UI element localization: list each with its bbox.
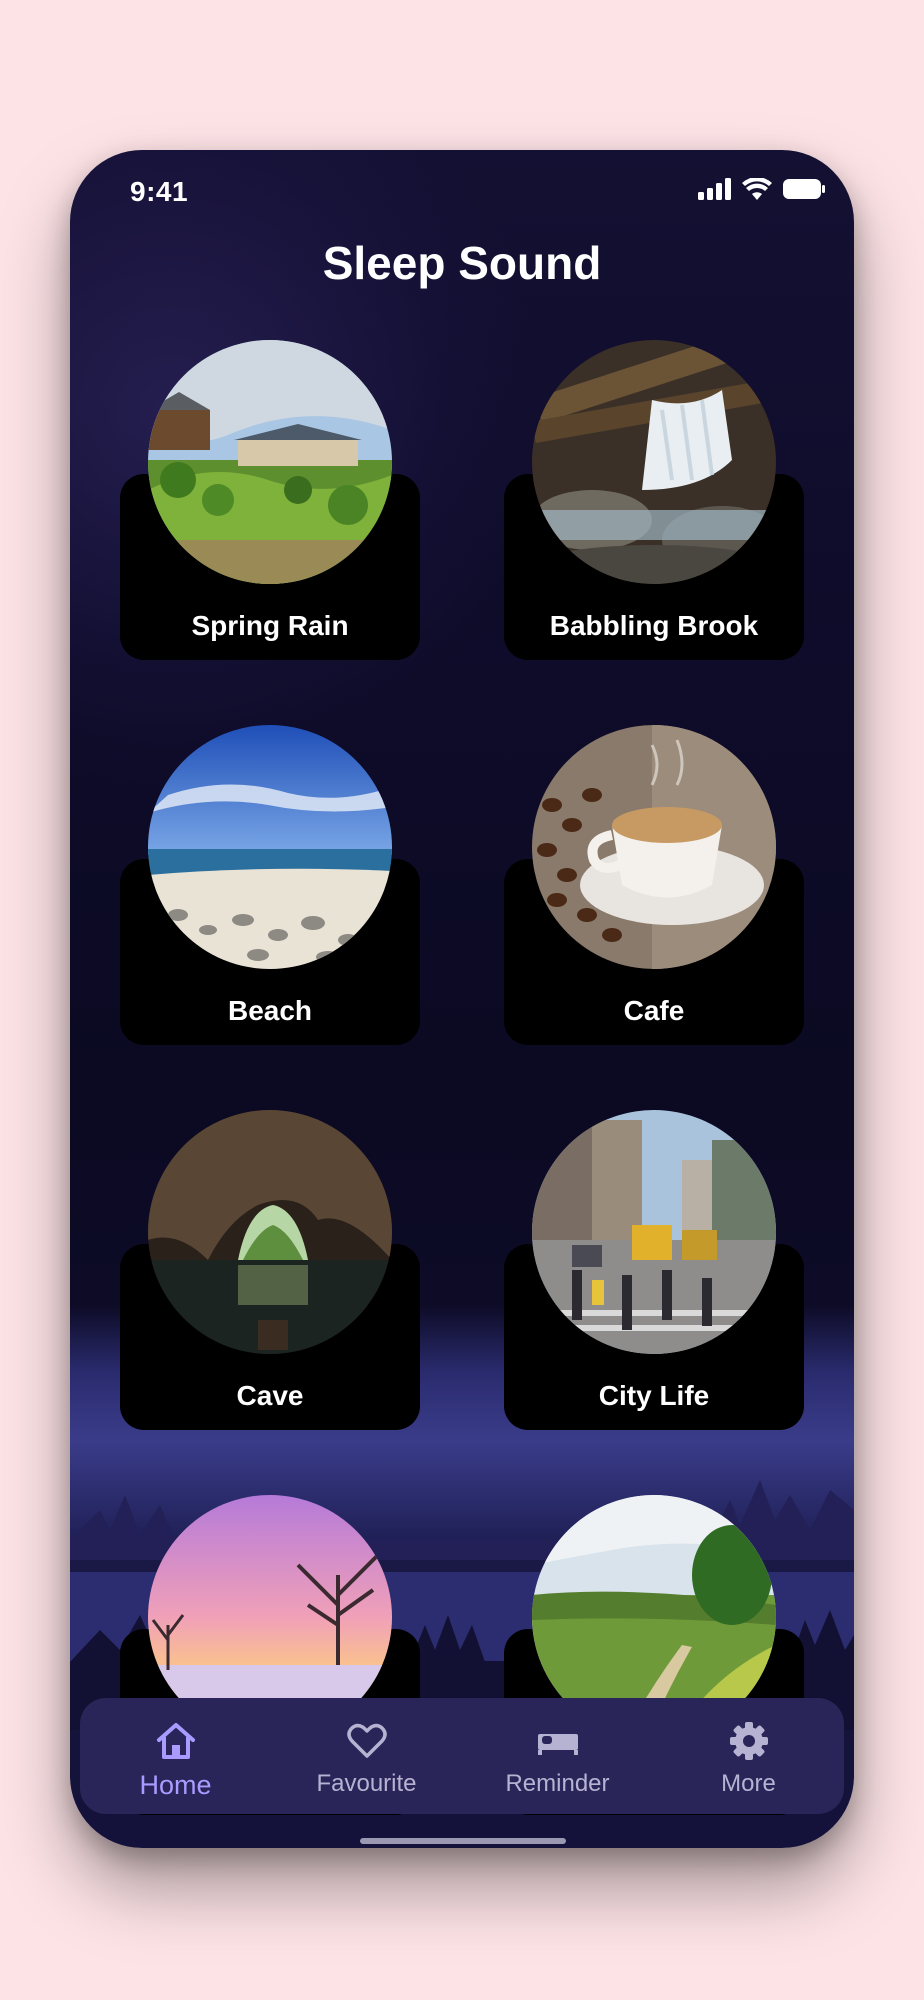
nav-label-home: Home — [139, 1770, 212, 1800]
nav-item-home[interactable]: Home — [80, 1698, 271, 1814]
sound-card-spring-rain[interactable]: Spring Rain — [120, 340, 420, 660]
home-indicator[interactable] — [360, 1838, 566, 1844]
coffee-cup-image — [532, 725, 776, 969]
card-label: Cave — [236, 1380, 304, 1411]
status-icons — [698, 178, 826, 200]
page-title: Sleep Sound — [322, 237, 602, 289]
nav-item-more[interactable]: More — [653, 1698, 844, 1814]
sound-card-beach[interactable]: Beach — [120, 725, 420, 1045]
nav-label-favourite: Favourite — [316, 1770, 417, 1797]
battery-icon — [783, 179, 825, 199]
nav-item-reminder[interactable]: Reminder — [462, 1698, 653, 1814]
pebble-beach-image — [148, 725, 392, 969]
sound-card-city-life[interactable]: City Life — [504, 1110, 804, 1430]
bottom-nav: Home Favourite Reminder More — [80, 1698, 844, 1814]
sound-card-cave[interactable]: Cave — [120, 1110, 420, 1430]
card-label: Spring Rain — [191, 610, 349, 641]
nav-item-favourite[interactable]: Favourite — [271, 1698, 462, 1814]
status-bar: 9:41 — [70, 150, 854, 230]
phone-screen: 9:41 Sleep Sound Spring Rain Babbling Br… — [70, 150, 854, 1848]
home-icon — [156, 1723, 195, 1759]
sea-cave-image — [148, 1110, 392, 1354]
card-label: Cafe — [623, 995, 685, 1026]
card-label: Babbling Brook — [549, 610, 759, 641]
gear-icon — [729, 1722, 768, 1760]
sound-grid: Spring Rain Babbling Brook Beach Cafe Ca… — [120, 340, 804, 1836]
bed-icon — [537, 1734, 578, 1755]
city-street-image — [532, 1110, 776, 1354]
sound-card-babbling-brook[interactable]: Babbling Brook — [504, 340, 804, 660]
signal-icon — [698, 178, 731, 200]
waterfall-image — [532, 340, 776, 584]
status-time: 9:41 — [130, 176, 189, 207]
wifi-icon — [742, 178, 772, 200]
house-on-hill-image — [148, 340, 392, 584]
card-label: Beach — [227, 995, 313, 1026]
sound-card-cafe[interactable]: Cafe — [504, 725, 804, 1045]
card-label: City Life — [598, 1380, 710, 1411]
nav-label-reminder: Reminder — [505, 1770, 610, 1797]
nav-label-more: More — [721, 1770, 776, 1797]
heart-icon — [346, 1723, 387, 1758]
